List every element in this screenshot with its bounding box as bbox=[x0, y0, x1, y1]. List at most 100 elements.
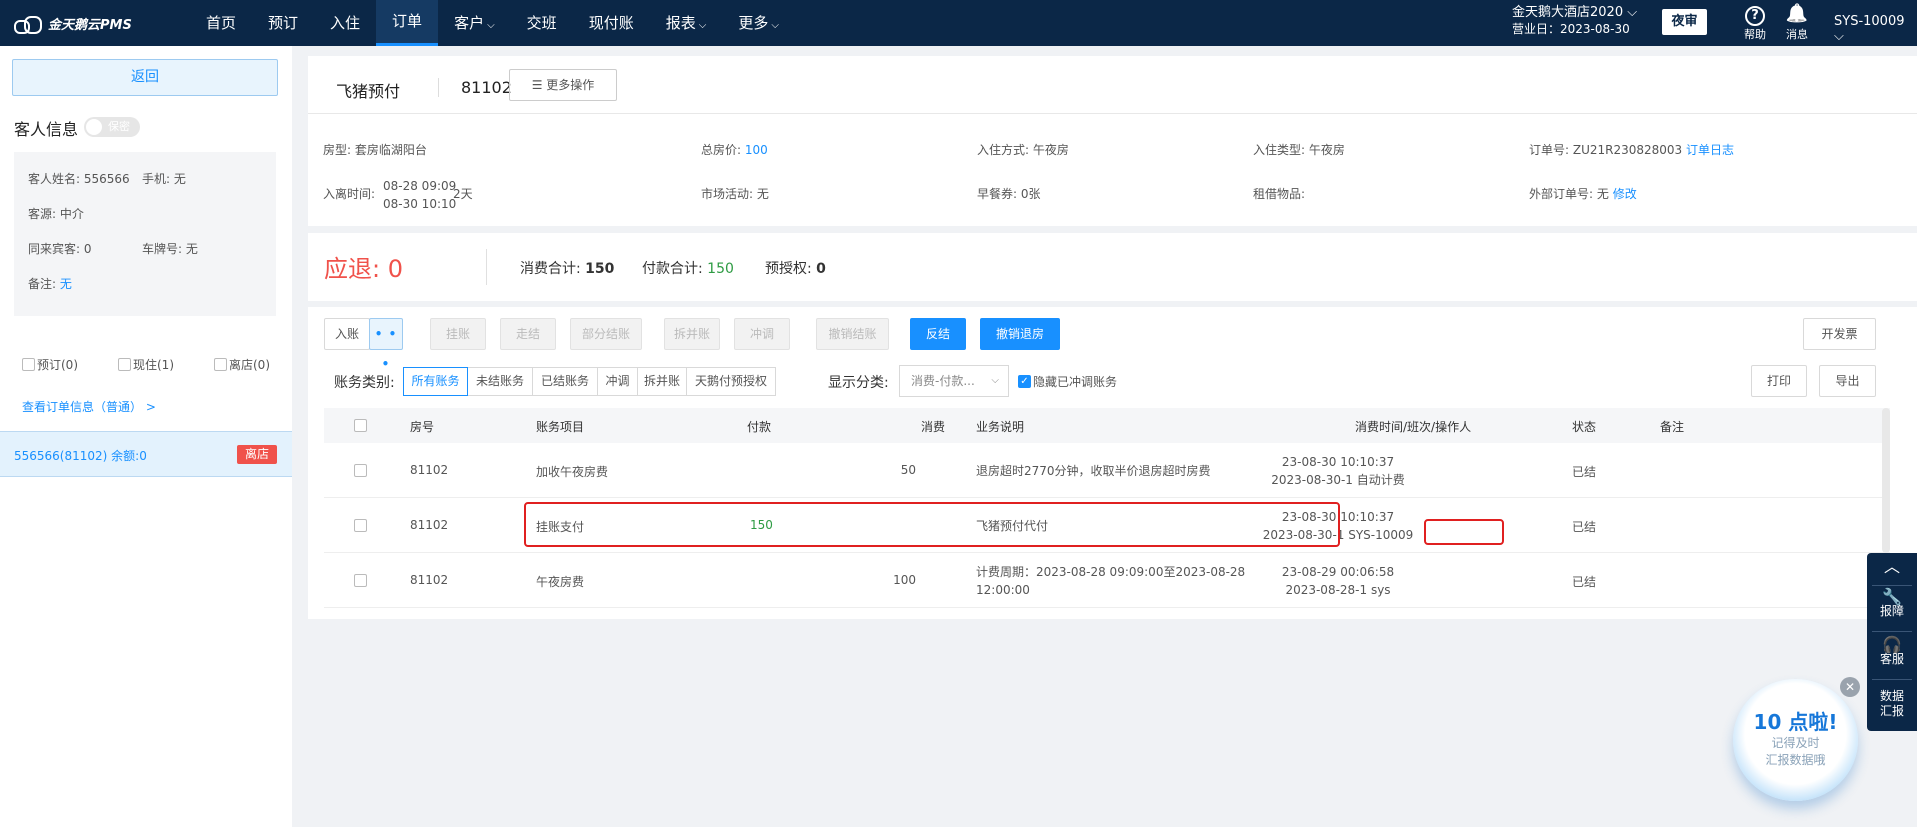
chevron-up-icon: ︿ bbox=[1883, 557, 1900, 576]
left-sidebar: 返回 客人信息 保密 客人姓名: 556566 手机: 无 客源: 中介 同来宾… bbox=[0, 46, 292, 827]
marketing-activity: 市场活动: 无 bbox=[701, 187, 769, 201]
user-menu[interactable]: SYS-10009 ⌵ bbox=[1834, 14, 1917, 44]
summary-card: 应退: 0 消费合计: 150 付款合计: 150 预授权: 0 bbox=[308, 233, 1917, 301]
partial-settle-button[interactable]: 部分结账 bbox=[570, 318, 642, 350]
hang-account-button[interactable]: 挂账 bbox=[430, 318, 486, 350]
report-issue-button[interactable]: 🔧 报障 bbox=[1867, 589, 1917, 619]
refund-amount: 应退: 0 bbox=[324, 255, 403, 283]
category-label: 账务类别: bbox=[334, 375, 395, 391]
reverse-settle-button[interactable]: 反结 bbox=[910, 318, 966, 350]
order-room-number: 81102 bbox=[438, 78, 512, 97]
external-order-number: 外部订单号: 无 修改 bbox=[1529, 187, 1637, 201]
checkbox[interactable] bbox=[22, 358, 35, 371]
display-category-select[interactable]: 消费-付款... ⌵ bbox=[899, 365, 1009, 397]
breakfast-voucher: 早餐券: 0张 bbox=[977, 187, 1041, 201]
offset-button[interactable]: 冲调 bbox=[734, 318, 790, 350]
split-merge-button[interactable]: 拆并账 bbox=[664, 318, 720, 350]
highlight-box-operator bbox=[1424, 519, 1504, 545]
guest-source: 客源: 中介 bbox=[28, 207, 84, 221]
table-row[interactable]: 81102 午夜房费 100 计费周期：2023-08-28 09:09:00至… bbox=[324, 553, 1890, 608]
row-checkbox[interactable] bbox=[354, 519, 367, 532]
divider bbox=[1872, 631, 1912, 632]
messages-button[interactable]: 🔔 消息 bbox=[1777, 2, 1817, 42]
wrench-icon: 🔧 bbox=[1882, 587, 1902, 606]
status-badge: 离店 bbox=[237, 445, 277, 464]
hotel-selector[interactable]: 金天鹅大酒店2020 ⌵ 营业日：2023-08-30 bbox=[1512, 4, 1637, 38]
help-button[interactable]: ? 帮助 bbox=[1735, 2, 1775, 42]
nav-cash-account[interactable]: 现付账 bbox=[573, 0, 650, 46]
more-dots-button[interactable]: • • • bbox=[369, 318, 403, 371]
back-button[interactable]: 返回 bbox=[12, 59, 278, 96]
tab-unsettled[interactable]: 未结账务 bbox=[467, 367, 533, 396]
privacy-toggle[interactable]: 保密 bbox=[84, 117, 140, 137]
nav-reports[interactable]: 报表 ⌵ bbox=[650, 0, 723, 46]
order-summary: 556566(81102) 余额:0 bbox=[14, 449, 147, 463]
filter-reserved[interactable]: 预订(0) bbox=[22, 356, 78, 373]
night-audit-button[interactable]: 夜审 bbox=[1662, 9, 1707, 35]
highlight-box-row bbox=[524, 502, 1340, 547]
nav-checkin[interactable]: 入住 bbox=[314, 0, 376, 46]
chevron-down-icon: ⌵ bbox=[771, 20, 779, 31]
tab-split-merge[interactable]: 拆并账 bbox=[637, 367, 687, 396]
row-checkbox[interactable] bbox=[354, 464, 367, 477]
cancel-checkout-button[interactable]: 撤销退房 bbox=[980, 318, 1060, 350]
filter-in-house[interactable]: 现住(1) bbox=[118, 356, 174, 373]
hide-offset-toggle[interactable]: ✓ 隐藏已冲调账务 bbox=[1018, 373, 1117, 390]
reminder-bubble[interactable]: 10 点啦! 记得及时 汇报数据哦 bbox=[1733, 679, 1858, 801]
cancel-settle-button[interactable]: 撤销结账 bbox=[816, 318, 889, 350]
walk-settle-button[interactable]: 走结 bbox=[500, 318, 556, 350]
tab-offset[interactable]: 冲调 bbox=[597, 367, 638, 396]
reminder-line-1: 记得及时 bbox=[1771, 736, 1820, 750]
more-operations-button[interactable]: ☰ 更多操作 bbox=[509, 69, 617, 101]
room-type: 房型: 套房临湖阳台 bbox=[323, 143, 427, 157]
guest-companions: 同来宾客: 0 bbox=[28, 242, 92, 256]
tab-all-accounts[interactable]: 所有账务 bbox=[403, 367, 468, 396]
export-button[interactable]: 导出 bbox=[1819, 365, 1876, 397]
checkin-method: 入住方式: 午夜房 bbox=[977, 143, 1069, 157]
guest-name: 客人姓名: 556566 bbox=[28, 172, 130, 186]
divider bbox=[1872, 679, 1912, 680]
nav-shift[interactable]: 交班 bbox=[511, 0, 573, 46]
nav-reservation[interactable]: 预订 bbox=[252, 0, 314, 46]
headset-icon: 🎧 bbox=[1882, 635, 1902, 654]
table-scrollbar[interactable] bbox=[1882, 408, 1890, 553]
nav-customers[interactable]: 客户 ⌵ bbox=[438, 0, 511, 46]
select-all-checkbox[interactable] bbox=[354, 419, 367, 432]
edit-link[interactable]: 修改 bbox=[1613, 187, 1637, 201]
remark-link[interactable]: 无 bbox=[60, 277, 72, 291]
divider bbox=[308, 113, 1917, 114]
nav-home[interactable]: 首页 bbox=[190, 0, 252, 46]
row-checkbox[interactable] bbox=[354, 574, 367, 587]
print-button[interactable]: 打印 bbox=[1751, 365, 1807, 397]
checkbox[interactable] bbox=[214, 358, 227, 371]
invoice-button[interactable]: 开发票 bbox=[1803, 318, 1876, 350]
stay-days: 2天 bbox=[453, 187, 473, 201]
order-log-link[interactable]: 订单日志 bbox=[1686, 143, 1734, 157]
post-charge-button[interactable]: 入账 bbox=[324, 318, 370, 350]
tab-preauth[interactable]: 天鹅付预授权 bbox=[686, 367, 776, 396]
checkbox-checked[interactable]: ✓ bbox=[1018, 375, 1031, 388]
guest-info-title: 客人信息 bbox=[14, 120, 79, 139]
logo[interactable]: 金天鹅云PMS bbox=[0, 14, 190, 34]
filter-checked-out[interactable]: 离店(0) bbox=[214, 356, 270, 373]
view-order-info-link[interactable]: 查看订单信息（普通） > bbox=[22, 398, 156, 415]
guest-info-panel: 客人姓名: 556566 手机: 无 客源: 中介 同来宾客: 0 车牌号: 无… bbox=[14, 152, 276, 316]
tab-settled[interactable]: 已结账务 bbox=[532, 367, 598, 396]
rental-items: 租借物品: bbox=[1253, 187, 1306, 201]
nav-orders[interactable]: 订单 bbox=[376, 0, 439, 46]
nav-more[interactable]: 更多 ⌵ bbox=[722, 0, 795, 46]
hotel-name: 金天鹅大酒店2020 ⌵ bbox=[1512, 5, 1638, 20]
billing-card: 入账 • • • 挂账 走结 部分结账 拆并账 冲调 撤销结账 反结 撤销退房 … bbox=[308, 307, 1917, 619]
checkbox[interactable] bbox=[118, 358, 131, 371]
scroll-top-button[interactable]: ︿ bbox=[1867, 557, 1917, 576]
floating-toolbar: ︿ 🔧 报障 🎧 客服 数据 汇报 bbox=[1867, 553, 1917, 731]
order-list-item[interactable]: 556566(81102) 余额:0 离店 bbox=[0, 431, 292, 477]
guest-plate: 车牌号: 无 bbox=[142, 242, 198, 256]
data-report-button[interactable]: 数据 汇报 bbox=[1867, 689, 1917, 719]
close-icon[interactable]: ✕ bbox=[1840, 677, 1860, 697]
top-nav-bar: 金天鹅云PMS 首页 预订 入住 订单 客户 ⌵ 交班 现付账 报表 ⌵ 更多 ⌵ 金… bbox=[0, 0, 1917, 46]
stay-period: 入离时间: 08-28 09:09 08-30 10:10 2天 bbox=[323, 179, 473, 211]
bell-icon: 🔔 bbox=[1785, 3, 1809, 24]
customer-service-button[interactable]: 🎧 客服 bbox=[1867, 637, 1917, 667]
table-row[interactable]: 81102 加收午夜房费 50 退房超时2770分钟，收取半价退房超时房费 23… bbox=[324, 443, 1890, 498]
